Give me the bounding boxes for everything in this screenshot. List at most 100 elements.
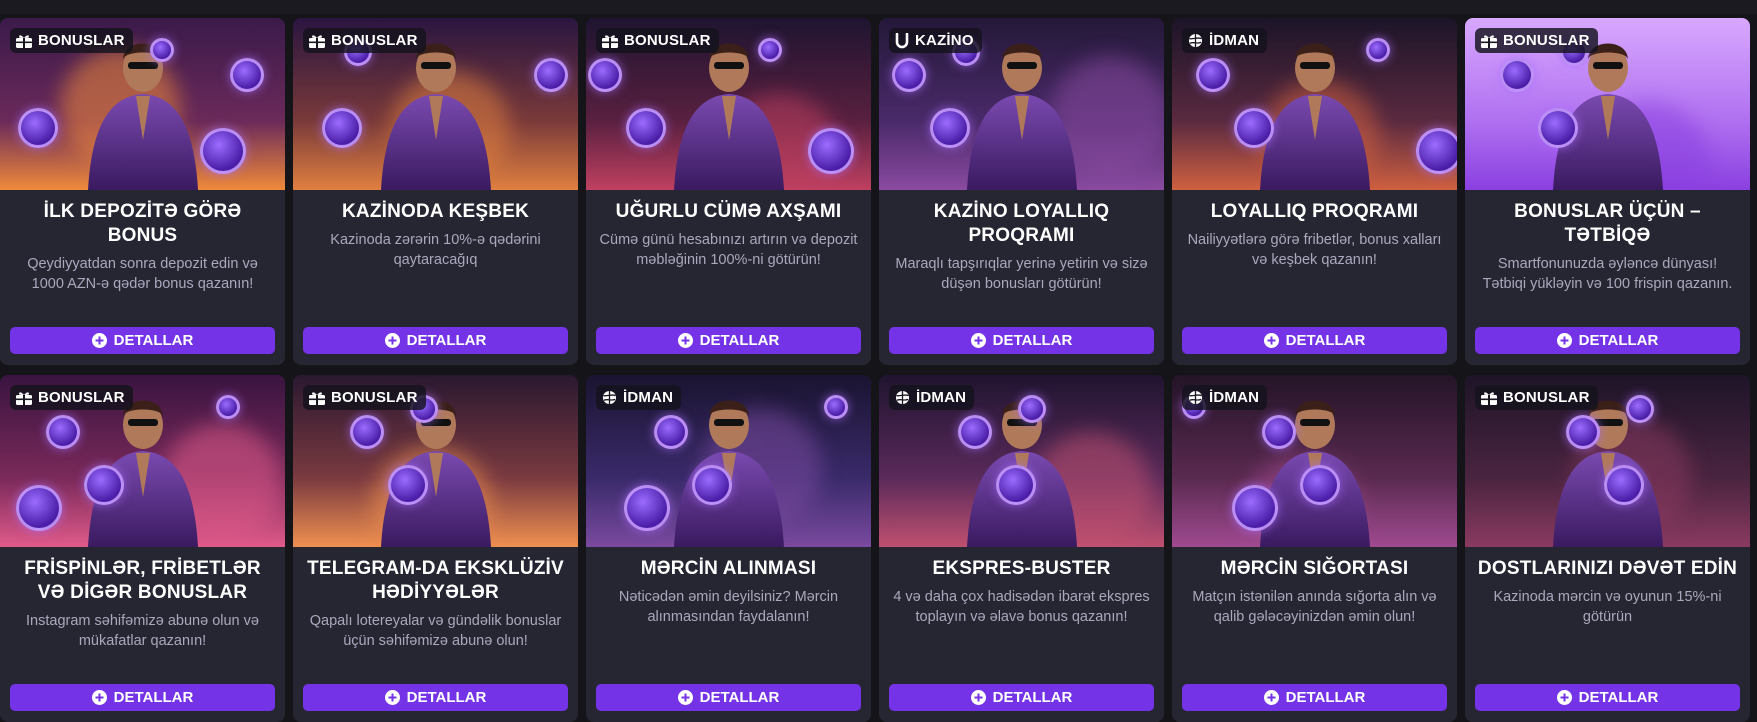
chip-decoration — [1566, 415, 1600, 449]
gift-icon — [1481, 34, 1497, 48]
details-button-label: DETALLAR — [699, 332, 780, 349]
details-button[interactable]: DETALLAR — [10, 684, 275, 711]
category-tag: BONUSLAR — [1475, 385, 1598, 410]
promo-image: BONUSLAR — [1465, 375, 1750, 547]
promo-card[interactable]: İDMAN EKSPRES-BUSTER 4 və daha çox hadisəd… — [879, 375, 1164, 722]
promo-card[interactable]: İDMAN MƏRCİN ALINMASI Nəticədən əmin deyil… — [586, 375, 871, 722]
promo-title: İLK DEPOZİTƏ GÖRƏ BONUS — [43, 201, 242, 246]
category-tag: BONUSLAR — [303, 385, 426, 410]
chip-decoration — [1538, 108, 1578, 148]
details-button-label: DETALLAR — [1578, 689, 1659, 706]
category-tag-label: BONUSLAR — [331, 32, 418, 49]
promo-title: DOSTLARINIZI DƏVƏT EDİN — [1477, 558, 1738, 579]
plus-circle-icon — [970, 333, 986, 348]
promo-card[interactable]: BONUSLAR KAZİNODA KEŞBEK Kazinoda zərərin … — [293, 18, 578, 365]
details-button[interactable]: DETALLAR — [1182, 684, 1447, 711]
promo-description: Qeydiyyatdan sonra depozit edin və 1000 … — [27, 256, 258, 292]
plus-circle-icon — [1556, 690, 1572, 705]
promo-body: EKSPRES-BUSTER 4 və daha çox hadisədən ib… — [879, 547, 1164, 627]
category-tag-label: BONUSLAR — [38, 32, 125, 49]
promo-card[interactable]: BONUSLAR BONUSLAR ÜÇÜN – TƏTBİQƏ Smartfonu… — [1465, 18, 1750, 365]
promo-card[interactable]: İDMAN MƏRCİN SIĞORTASI Matçın istənilən an… — [1172, 375, 1457, 722]
promo-card[interactable]: BONUSLAR İLK DEPOZİTƏ GÖRƏ BONUS Qeydiyyat… — [0, 18, 285, 365]
promo-title: EKSPRES-BUSTER — [932, 558, 1111, 579]
details-button-label: DETALLAR — [699, 689, 780, 706]
details-button-label: DETALLAR — [1578, 332, 1659, 349]
chip-decoration — [692, 465, 732, 505]
chip-decoration — [388, 465, 428, 505]
details-button[interactable]: DETALLAR — [303, 684, 568, 711]
promo-body: LOYALLIQ PROQRAMI Nailiyyətlərə görə frib… — [1172, 190, 1457, 270]
chip-decoration — [18, 108, 58, 148]
category-tag-label: BONUSLAR — [38, 389, 125, 406]
chip-decoration — [958, 415, 992, 449]
details-button[interactable]: DETALLAR — [303, 327, 568, 354]
character-illustration — [380, 43, 491, 190]
chip-decoration — [1234, 108, 1274, 148]
category-tag-label: İDMAN — [1209, 389, 1260, 406]
promo-card[interactable]: BONUSLAR FRİSPİNLƏR, FRİBETLƏR VƏ DİGƏR B… — [0, 375, 285, 722]
details-button-label: DETALLAR — [113, 332, 194, 349]
details-button[interactable]: DETALLAR — [1475, 684, 1740, 711]
promo-image: BONUSLAR — [0, 375, 285, 547]
promo-description: Maraqlı tapşırıqlar yerinə yetirin və si… — [895, 256, 1148, 292]
category-tag: KAZİNO — [889, 28, 982, 53]
details-button[interactable]: DETALLAR — [10, 327, 275, 354]
details-button-label: DETALLAR — [1285, 689, 1366, 706]
promo-body: KAZİNO LOYALLIQ PROQRAMI Maraqlı tapşırıq… — [879, 190, 1164, 294]
details-button-label: DETALLAR — [406, 689, 487, 706]
chip-decoration — [824, 395, 848, 419]
chip-decoration — [84, 465, 124, 505]
promo-card[interactable]: BONUSLAR TELEGRAM-DA EKSKLÜZİV HƏDİYYƏLƏR… — [293, 375, 578, 722]
promo-body: TELEGRAM-DA EKSKLÜZİV HƏDİYYƏLƏR Qapalı l… — [293, 547, 578, 651]
promo-body: İLK DEPOZİTƏ GÖRƏ BONUS Qeydiyyatdan sonr… — [0, 190, 285, 294]
details-button[interactable]: DETALLAR — [596, 684, 861, 711]
gift-icon — [16, 391, 32, 405]
promotions-grid: BONUSLAR İLK DEPOZİTƏ GÖRƏ BONUS Qeydiyyat… — [0, 18, 1757, 722]
promo-title: MƏRCİN ALINMASI — [640, 558, 817, 579]
category-tag-label: KAZİNO — [915, 32, 974, 49]
promo-card[interactable]: BONUSLAR UĞURLU CÜMƏ AXŞAMI Cümə günü hesa… — [586, 18, 871, 365]
promo-title: KAZİNODA KEŞBEK — [341, 201, 530, 222]
promo-card[interactable]: BONUSLAR DOSTLARINIZI DƏVƏT EDİN Kazinoda … — [1465, 375, 1750, 722]
category-tag-label: BONUSLAR — [331, 389, 418, 406]
character-illustration — [673, 400, 784, 547]
chip-decoration — [216, 395, 240, 419]
gift-icon — [16, 34, 32, 48]
promo-image: BONUSLAR — [1465, 18, 1750, 190]
plus-circle-icon — [677, 333, 693, 348]
ball-icon — [895, 390, 910, 405]
category-tag: İDMAN — [1182, 385, 1268, 410]
promo-image: BONUSLAR — [293, 375, 578, 547]
plus-circle-icon — [970, 690, 986, 705]
details-button[interactable]: DETALLAR — [1182, 327, 1447, 354]
promo-body: UĞURLU CÜMƏ AXŞAMI Cümə günü hesabınızı a… — [586, 190, 871, 270]
chip-decoration — [588, 58, 622, 92]
category-tag-label: BONUSLAR — [1503, 389, 1590, 406]
promo-card[interactable]: İDMAN LOYALLIQ PROQRAMI Nailiyyətlərə görə… — [1172, 18, 1457, 365]
promo-image: İDMAN — [1172, 375, 1457, 547]
details-button[interactable]: DETALLAR — [1475, 327, 1740, 354]
promo-card[interactable]: KAZİNO KAZİNO LOYALLIQ PROQRAMI Maraqlı ta… — [879, 18, 1164, 365]
promo-title: UĞURLU CÜMƏ AXŞAMI — [615, 201, 842, 222]
promo-image: BONUSLAR — [586, 18, 871, 190]
horseshoe-icon — [895, 32, 909, 49]
chip-decoration — [200, 128, 246, 174]
promo-title: BONUSLAR ÜÇÜN – TƏTBİQƏ — [1514, 201, 1701, 246]
gift-icon — [1481, 391, 1497, 405]
promo-body: MƏRCİN SIĞORTASI Matçın istənilən anında … — [1172, 547, 1457, 627]
details-button[interactable]: DETALLAR — [889, 684, 1154, 711]
promo-body: FRİSPİNLƏR, FRİBETLƏR VƏ DİGƏR BONUSLAR I… — [0, 547, 285, 651]
chip-decoration — [654, 415, 688, 449]
ball-icon — [602, 390, 617, 405]
details-button-label: DETALLAR — [113, 689, 194, 706]
chip-decoration — [322, 108, 362, 148]
chip-decoration — [1018, 395, 1046, 423]
category-tag-label: BONUSLAR — [1503, 32, 1590, 49]
chip-decoration — [1604, 465, 1644, 505]
promo-body: BONUSLAR ÜÇÜN – TƏTBİQƏ Smartfonunuzda əy… — [1465, 190, 1750, 294]
category-tag-label: BONUSLAR — [624, 32, 711, 49]
details-button[interactable]: DETALLAR — [596, 327, 861, 354]
promo-body: MƏRCİN ALINMASI Nəticədən əmin deyilsiniz… — [586, 547, 871, 627]
details-button[interactable]: DETALLAR — [889, 327, 1154, 354]
